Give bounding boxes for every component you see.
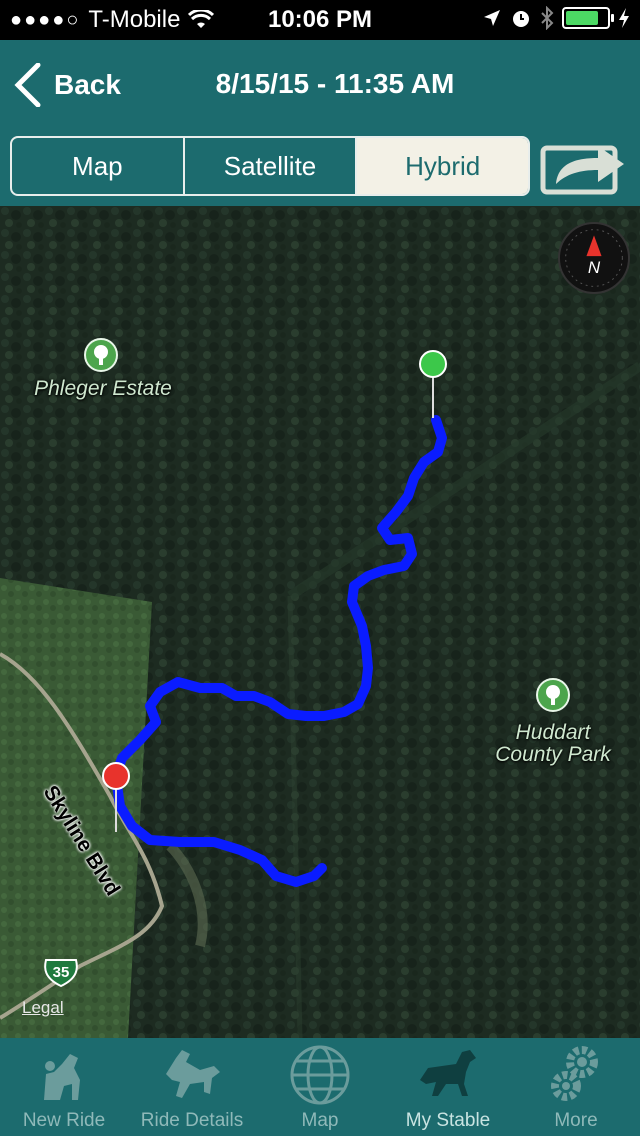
compass-north-label: N — [588, 258, 601, 277]
status-right — [482, 6, 630, 30]
phleger-estate-label: Phleger Estate — [34, 377, 172, 400]
legal-link[interactable]: Legal — [22, 998, 64, 1018]
map-type-segmented-control: Map Satellite Hybrid — [10, 136, 530, 196]
huddart-park-label: Huddart County Park — [486, 722, 620, 766]
tab-label: Map — [301, 1110, 339, 1131]
navigation-bar: Back 8/15/15 - 11:35 AM — [0, 40, 640, 130]
tab-label: Ride Details — [140, 1110, 244, 1131]
tab-bar: New Ride Ride Details Map My Stable More — [0, 1038, 640, 1136]
share-icon[interactable] — [540, 136, 630, 196]
park-tree-icon — [536, 678, 570, 712]
tab-map[interactable]: Map — [256, 1038, 384, 1136]
highway-shield-icon: 35 — [42, 958, 80, 988]
map-view[interactable]: N Phleger Estate Huddart County Park Sky… — [0, 206, 640, 1038]
satellite-imagery — [0, 206, 640, 1038]
battery-fill — [566, 11, 598, 25]
gears-icon — [512, 1044, 640, 1106]
highway-number: 35 — [52, 964, 70, 981]
status-bar: ●●●●○ T-Mobile 10:06 PM — [0, 0, 640, 40]
tab-more[interactable]: More — [512, 1038, 640, 1136]
park-tree-icon — [84, 338, 118, 372]
charging-icon — [619, 8, 629, 28]
bluetooth-icon — [541, 6, 554, 30]
tab-label: My Stable — [405, 1110, 491, 1131]
segment-hybrid[interactable]: Hybrid — [355, 138, 528, 194]
tab-label: New Ride — [22, 1110, 106, 1131]
battery-icon — [562, 7, 614, 29]
tab-new-ride[interactable]: New Ride — [0, 1038, 128, 1136]
huddart-line2: County Park — [495, 743, 611, 766]
huddart-line1: Huddart — [515, 721, 591, 744]
horse-icon — [384, 1044, 512, 1106]
segment-satellite[interactable]: Satellite — [182, 138, 356, 194]
location-arrow-icon — [484, 10, 500, 26]
page-title: 8/15/15 - 11:35 AM — [215, 68, 455, 99]
tab-my-stable[interactable]: My Stable — [384, 1038, 512, 1136]
ride-details-icon — [128, 1044, 256, 1106]
new-ride-icon — [0, 1044, 128, 1106]
globe-icon — [256, 1044, 384, 1106]
alarm-icon — [513, 11, 529, 27]
tab-ride-details[interactable]: Ride Details — [128, 1038, 256, 1136]
tab-label: More — [554, 1110, 598, 1131]
map-type-toolbar: Map Satellite Hybrid — [0, 130, 640, 206]
compass-icon[interactable]: N — [558, 222, 630, 294]
segment-map[interactable]: Map — [12, 138, 183, 194]
